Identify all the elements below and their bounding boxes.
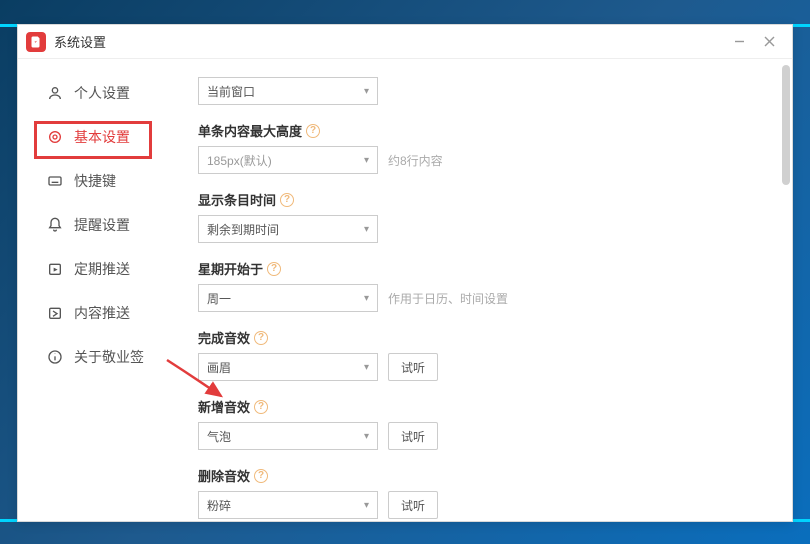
sidebar: 个人设置 基本设置 快捷键 提醒设置 (18, 59, 168, 521)
sidebar-item-personal[interactable]: 个人设置 (18, 71, 168, 115)
sound-add-test-button[interactable]: 试听 (388, 422, 438, 450)
scrollbar-thumb[interactable] (782, 65, 790, 185)
select-value: 185px(默认) (207, 152, 272, 169)
select-value: 粉碎 (207, 497, 231, 514)
max-height-hint: 约8行内容 (388, 152, 443, 169)
sidebar-item-schedule-push[interactable]: 定期推送 (18, 247, 168, 291)
chevron-down-icon: ▾ (364, 500, 369, 511)
week-start-label: 星期开始于 ? (198, 259, 756, 278)
sound-delete-select[interactable]: 粉碎 ▾ (198, 491, 378, 519)
chevron-down-icon: ▾ (364, 362, 369, 373)
sidebar-item-basic[interactable]: 基本设置 (18, 115, 168, 159)
max-height-label: 单条内容最大高度 ? (198, 121, 756, 140)
sidebar-item-about[interactable]: 关于敬业签 (18, 335, 168, 379)
sound-add-label: 新增音效 ? (198, 397, 756, 416)
display-time-select[interactable]: 剩余到期时间 ▾ (198, 215, 378, 243)
sound-delete-test-button[interactable]: 试听 (388, 491, 438, 519)
select-value: 剩余到期时间 (207, 221, 279, 238)
sidebar-item-label: 提醒设置 (74, 215, 130, 235)
week-start-select[interactable]: 周一 ▾ (198, 284, 378, 312)
help-icon[interactable]: ? (306, 124, 320, 138)
chevron-down-icon: ▾ (364, 293, 369, 304)
sound-complete-select[interactable]: 画眉 ▾ (198, 353, 378, 381)
calendar-push-icon (46, 260, 64, 278)
sidebar-item-label: 关于敬业签 (74, 347, 144, 367)
sound-complete-test-button[interactable]: 试听 (388, 353, 438, 381)
select-value: 当前窗口 (207, 83, 255, 100)
max-height-select[interactable]: 185px(默认) ▾ (198, 146, 378, 174)
sidebar-item-content-push[interactable]: 内容推送 (18, 291, 168, 335)
sidebar-item-shortcut[interactable]: 快捷键 (18, 159, 168, 203)
info-icon (46, 348, 64, 366)
chevron-down-icon: ▾ (364, 86, 369, 97)
bell-icon (46, 216, 64, 234)
window-title: 系统设置 (54, 32, 106, 51)
sidebar-item-label: 快捷键 (74, 171, 116, 191)
help-icon[interactable]: ? (254, 469, 268, 483)
help-icon[interactable]: ? (254, 331, 268, 345)
sound-complete-label: 完成音效 ? (198, 328, 756, 347)
display-time-label: 显示条目时间 ? (198, 190, 756, 209)
sound-delete-label: 删除音效 ? (198, 466, 756, 485)
sidebar-item-reminder[interactable]: 提醒设置 (18, 203, 168, 247)
select-value: 画眉 (207, 359, 231, 376)
window-target-select[interactable]: 当前窗口 ▾ (198, 77, 378, 105)
select-value: 周一 (207, 290, 231, 307)
help-icon[interactable]: ? (254, 400, 268, 414)
select-value: 气泡 (207, 428, 231, 445)
help-icon[interactable]: ? (280, 193, 294, 207)
sidebar-item-label: 定期推送 (74, 259, 130, 279)
sidebar-item-label: 基本设置 (74, 127, 130, 147)
chevron-down-icon: ▾ (364, 224, 369, 235)
chevron-down-icon: ▾ (364, 155, 369, 166)
help-icon[interactable]: ? (267, 262, 281, 276)
chevron-down-icon: ▾ (364, 431, 369, 442)
send-icon (46, 304, 64, 322)
titlebar: 系统设置 (18, 25, 792, 59)
app-icon (26, 32, 46, 52)
settings-window: 系统设置 个人设置 基本设置 (17, 24, 793, 522)
minimize-button[interactable] (724, 30, 754, 54)
gear-icon (46, 128, 64, 146)
week-start-hint: 作用于日历、时间设置 (388, 290, 508, 307)
sidebar-item-label: 内容推送 (74, 303, 130, 323)
sound-add-select[interactable]: 气泡 ▾ (198, 422, 378, 450)
keyboard-icon (46, 172, 64, 190)
user-icon (46, 84, 64, 102)
sidebar-item-label: 个人设置 (74, 83, 130, 103)
close-button[interactable] (754, 30, 784, 54)
content-pane: 当前窗口 ▾ 单条内容最大高度 ? 185px(默认) ▾ 约8行内容 (168, 59, 792, 521)
